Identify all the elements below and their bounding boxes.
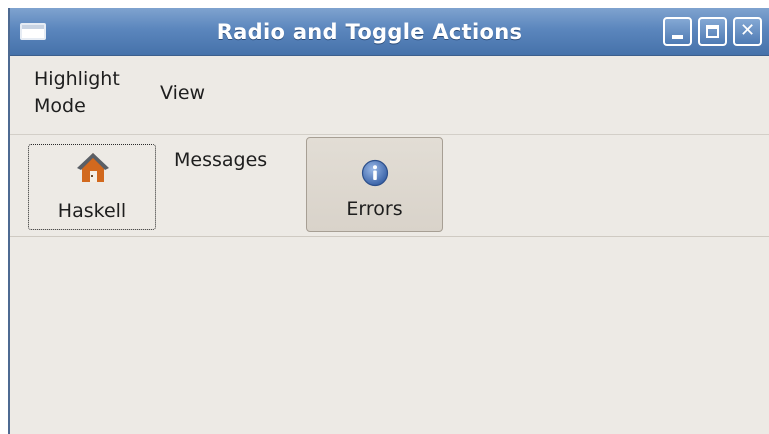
window-title: Radio and Toggle Actions <box>216 20 523 44</box>
maximize-button[interactable] <box>698 17 727 46</box>
close-icon: ✕ <box>739 20 756 41</box>
home-icon <box>76 151 110 190</box>
app-window: Radio and Toggle Actions ✕ Highlight Mod… <box>8 8 769 434</box>
toolbar-haskell-label: Haskell <box>57 200 127 222</box>
menu-view[interactable]: View <box>160 80 205 107</box>
menu-highlight-mode[interactable]: Highlight Mode <box>34 66 120 120</box>
toolbar-errors-label: Errors <box>346 198 403 220</box>
toolbar-haskell-button[interactable]: Haskell <box>28 144 156 230</box>
title-bar[interactable]: Radio and Toggle Actions ✕ <box>10 8 769 56</box>
maximize-icon <box>706 25 719 38</box>
toolbar-messages-label[interactable]: Messages <box>174 149 267 171</box>
info-icon <box>361 159 389 192</box>
toolbar-errors-button[interactable]: Errors <box>306 137 443 232</box>
content-area <box>10 237 769 434</box>
close-button[interactable]: ✕ <box>733 17 762 46</box>
toolbar: Haskell Messages Errors <box>10 135 769 237</box>
minimize-button[interactable] <box>663 17 692 46</box>
menu-bar: Highlight Mode View <box>10 56 769 135</box>
minimize-icon <box>672 35 683 39</box>
